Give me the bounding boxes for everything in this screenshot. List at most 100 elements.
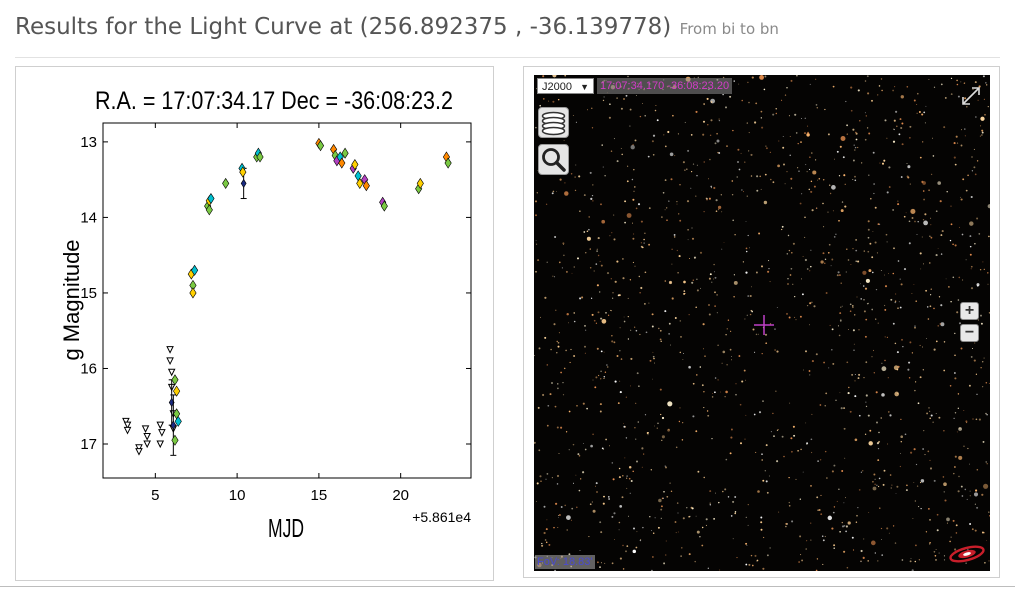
star [751, 76, 754, 79]
star [981, 129, 984, 132]
star [575, 474, 577, 476]
star [621, 496, 624, 499]
star [983, 357, 985, 359]
star [539, 316, 541, 318]
star [734, 233, 736, 236]
star [628, 466, 632, 469]
star [638, 385, 640, 387]
star [930, 217, 932, 219]
star [925, 337, 927, 339]
star [784, 183, 786, 185]
star [794, 316, 796, 318]
star [856, 514, 858, 517]
star [640, 242, 643, 244]
star [762, 400, 764, 402]
star [542, 75, 545, 78]
star [760, 265, 764, 268]
star [748, 132, 750, 134]
frame-select[interactable]: J2000 ▼ [537, 78, 594, 94]
star [917, 402, 920, 405]
star [938, 552, 940, 554]
star [965, 420, 968, 423]
star [935, 340, 938, 343]
star [595, 322, 598, 324]
star [740, 442, 742, 445]
star [909, 183, 911, 185]
star [923, 220, 928, 226]
star [980, 116, 985, 121]
star [574, 176, 576, 178]
star [872, 231, 874, 232]
star [881, 366, 887, 372]
star [928, 189, 930, 192]
star [974, 173, 977, 176]
star [621, 153, 623, 156]
star [618, 294, 621, 297]
star [610, 150, 613, 152]
star [652, 378, 653, 380]
star [600, 317, 603, 320]
star [542, 98, 545, 100]
star [907, 368, 910, 371]
star [836, 274, 839, 277]
star [927, 318, 930, 320]
star [610, 309, 612, 311]
star [866, 75, 869, 78]
search-button[interactable] [538, 144, 569, 175]
star [893, 247, 895, 250]
star [912, 518, 914, 519]
star [565, 270, 568, 273]
star [813, 185, 816, 188]
star [660, 340, 662, 343]
star [787, 278, 789, 280]
star [865, 361, 868, 364]
zoom-out-button[interactable]: − [960, 324, 979, 342]
sky-viewer[interactable]: J2000 ▼ 17:07:34.170 -36:08:23.20 + − Fo… [534, 75, 990, 571]
star [798, 170, 800, 172]
star [877, 447, 880, 450]
star [758, 411, 762, 414]
star [855, 249, 858, 252]
star [922, 141, 924, 143]
star [981, 134, 983, 136]
header-divider [15, 57, 1000, 58]
star [971, 347, 974, 350]
star [558, 452, 560, 454]
layers-button[interactable] [538, 107, 569, 138]
star [681, 439, 684, 441]
star [886, 336, 889, 339]
star [579, 297, 582, 300]
star [744, 438, 746, 440]
star [563, 139, 565, 141]
star [568, 449, 570, 451]
star [923, 111, 926, 114]
star [705, 518, 708, 521]
star [866, 127, 869, 129]
star [761, 453, 763, 455]
star [888, 411, 890, 413]
star [781, 99, 783, 101]
star [898, 301, 900, 303]
star [555, 502, 558, 505]
star [969, 490, 971, 492]
page-title: Results for the Light Curve at (256.8923… [15, 14, 672, 40]
star [894, 391, 900, 397]
star [922, 369, 924, 371]
detection-point [171, 374, 179, 386]
zoom-in-button[interactable]: + [960, 302, 979, 320]
star [611, 335, 613, 337]
star [888, 532, 890, 534]
fullscreen-button[interactable] [959, 84, 983, 108]
star [786, 312, 788, 315]
star [661, 439, 663, 442]
star [734, 496, 737, 498]
star [933, 307, 935, 310]
star [980, 367, 982, 369]
y-tick-label: 14 [80, 209, 97, 226]
star [713, 186, 716, 190]
star [987, 105, 989, 108]
x-tick-label: 20 [392, 487, 409, 504]
star [733, 274, 735, 276]
star [560, 371, 562, 374]
star [601, 144, 603, 146]
